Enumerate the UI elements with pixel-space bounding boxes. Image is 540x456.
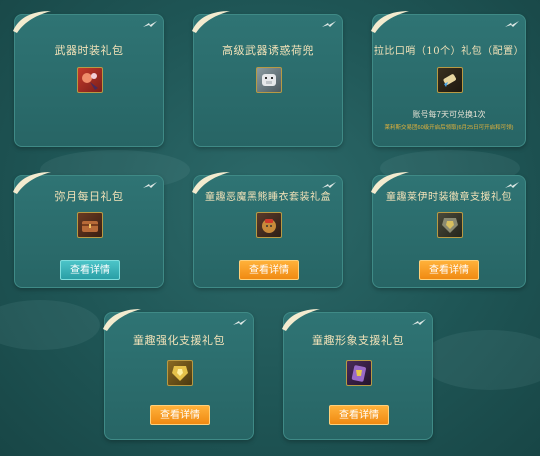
gift-card-devil-bear: 童趣恶魔黑熊睡衣套装礼盒 查看详情: [192, 172, 343, 288]
bird-icon: [143, 21, 157, 27]
whistle-icon[interactable]: [437, 67, 463, 93]
gift-card-title: 武器时装礼包: [54, 44, 124, 57]
bird-icon: [505, 21, 519, 27]
exchange-condition-note: 莱利斯交易团60级开启后领取(6月25日可开启和可领): [384, 125, 514, 131]
swoosh-ornament-icon: [13, 11, 51, 33]
swoosh-ornament-icon: [371, 11, 409, 33]
gift-card-daily: 弥月每日礼包 查看详情: [13, 172, 164, 288]
gift-card-title: 拉比口哨（10个）礼包（配置）: [373, 46, 525, 57]
view-details-button[interactable]: 查看详情: [239, 260, 299, 280]
swoosh-ornament-icon: [103, 309, 141, 331]
background-cloud: [420, 330, 540, 390]
gift-card-title: 弥月每日礼包: [54, 190, 124, 203]
gift-card-enhance-support: 童趣强化支援礼包 查看详情: [103, 309, 254, 440]
view-details-button[interactable]: 查看详情: [419, 260, 479, 280]
bird-icon: [412, 319, 426, 325]
gift-card-title: 童趣形象支援礼包: [312, 334, 404, 347]
view-details-button[interactable]: 查看详情: [150, 405, 210, 425]
pig-mask-icon[interactable]: [256, 67, 282, 93]
swoosh-ornament-icon: [282, 309, 320, 331]
bird-icon: [322, 21, 336, 27]
gold-armor-icon[interactable]: [167, 360, 193, 386]
weapon-costume-icon[interactable]: [77, 67, 103, 93]
gift-card-weapon-costume: 武器时装礼包: [13, 11, 164, 147]
view-details-button[interactable]: 查看详情: [329, 405, 389, 425]
gift-card-title: 童趣恶魔黑熊睡衣套装礼盒: [205, 192, 331, 203]
armor-icon[interactable]: [437, 212, 463, 238]
exchange-limit-note: 账号每7天可兑换1次: [412, 110, 486, 119]
gift-card-advanced-weapon: 高级武器诱惑荷兜: [192, 11, 343, 147]
bird-icon: [233, 319, 247, 325]
swoosh-ornament-icon: [192, 11, 230, 33]
treasure-chest-icon[interactable]: [77, 212, 103, 238]
bear-bag-icon[interactable]: [256, 212, 282, 238]
gift-card-title: 童趣强化支援礼包: [133, 334, 225, 347]
purple-card-icon[interactable]: [346, 360, 372, 386]
gift-card-title: 童趣莱伊时装徽章支援礼包: [386, 192, 512, 203]
view-details-button[interactable]: 查看详情: [60, 260, 120, 280]
gift-card-title: 高级武器诱惑荷兜: [222, 44, 314, 57]
gift-card-lei-badge: 童趣莱伊时装徽章支援礼包 查看详情: [371, 172, 526, 288]
gift-card-rabbi-whistle: 拉比口哨（10个）礼包（配置） 账号每7天可兑换1次 莱利斯交易团60级开启后领…: [371, 11, 526, 147]
background-cloud: [0, 300, 100, 350]
gift-card-image-support: 童趣形象支援礼包 查看详情: [282, 309, 433, 440]
